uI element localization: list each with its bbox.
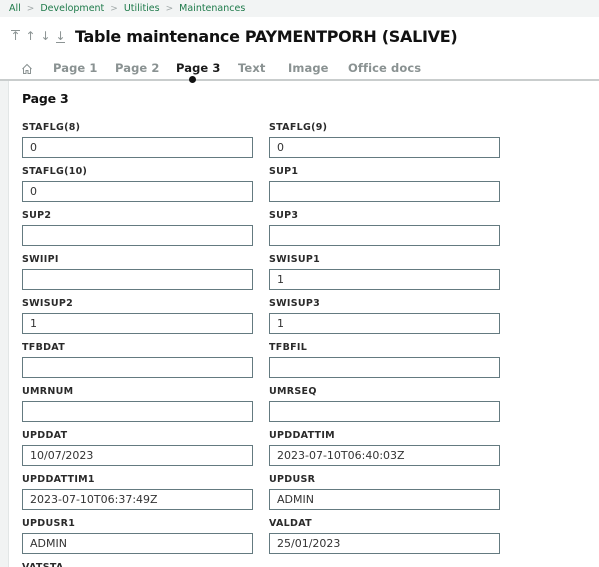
active-tab-indicator bbox=[189, 76, 196, 83]
tab-bar: Page 1 Page 2 Page 3 Text Image Office d… bbox=[0, 58, 599, 78]
field-label-updusr1: UPDUSR1 bbox=[22, 518, 76, 529]
upddattim1-field[interactable] bbox=[22, 489, 253, 510]
tab-page-2[interactable]: Page 2 bbox=[115, 61, 160, 75]
field-label-tfbfil: TFBFIL bbox=[269, 342, 308, 353]
chevron-right-icon: > bbox=[26, 3, 35, 14]
swisup2-field[interactable] bbox=[22, 313, 253, 334]
swiipi-field[interactable] bbox=[22, 269, 253, 290]
tab-page-1[interactable]: Page 1 bbox=[53, 61, 98, 75]
page-title: Table maintenance PAYMENTPORH (SALIVE) bbox=[75, 26, 458, 46]
tfbfil-field[interactable] bbox=[269, 357, 500, 378]
sup1-field[interactable] bbox=[269, 181, 500, 202]
umrnum-field[interactable] bbox=[22, 401, 253, 422]
breadcrumb-utilities[interactable]: Utilities bbox=[124, 3, 160, 14]
arrow-up-icon[interactable]: ↑ bbox=[25, 28, 36, 44]
breadcrumb-all[interactable]: All bbox=[9, 3, 21, 14]
field-label-sup1: SUP1 bbox=[269, 166, 299, 177]
field-label-swisup1: SWISUP1 bbox=[269, 254, 321, 265]
field-label-upddattim1: UPDDATTIM1 bbox=[22, 474, 95, 485]
field-label-umrseq: UMRSEQ bbox=[269, 386, 317, 397]
upddat-field[interactable] bbox=[22, 445, 253, 466]
chevron-right-icon: > bbox=[165, 3, 174, 14]
staflg10-field[interactable] bbox=[22, 181, 253, 202]
tab-office-docs[interactable]: Office docs bbox=[348, 61, 421, 75]
field-label-staflg10: STAFLG(10) bbox=[22, 166, 88, 177]
field-label-swiipi: SWIIPI bbox=[22, 254, 59, 265]
valdat-field[interactable] bbox=[269, 533, 500, 554]
tfbdat-field[interactable] bbox=[22, 357, 253, 378]
record-navigation: ↑ ↑ ↓ ↓ bbox=[10, 28, 66, 44]
field-label-tfbdat: TFBDAT bbox=[22, 342, 65, 353]
home-icon[interactable] bbox=[21, 60, 33, 74]
sup2-field[interactable] bbox=[22, 225, 253, 246]
swisup1-field[interactable] bbox=[269, 269, 500, 290]
arrow-down-icon[interactable]: ↓ bbox=[40, 28, 51, 44]
field-label-updusr: UPDUSR bbox=[269, 474, 316, 485]
arrow-to-top-icon[interactable]: ↑ bbox=[10, 28, 21, 44]
sup3-field[interactable] bbox=[269, 225, 500, 246]
field-label-swisup3: SWISUP3 bbox=[269, 298, 321, 309]
title-row: ↑ ↑ ↓ ↓ Table maintenance PAYMENTPORH (S… bbox=[0, 22, 457, 50]
field-label-valdat: VALDAT bbox=[269, 518, 312, 529]
breadcrumb: All > Development > Utilities > Maintena… bbox=[0, 0, 599, 17]
field-label-upddat: UPDDAT bbox=[22, 430, 68, 441]
chevron-right-icon: > bbox=[110, 3, 118, 14]
arrow-to-bottom-icon[interactable]: ↓ bbox=[55, 28, 66, 44]
section-title: Page 3 bbox=[22, 91, 69, 106]
breadcrumb-maintenances[interactable]: Maintenances bbox=[179, 3, 245, 14]
field-label-staflg8: STAFLG(8) bbox=[22, 122, 81, 133]
tab-text[interactable]: Text bbox=[238, 61, 265, 75]
updusr1-field[interactable] bbox=[22, 533, 253, 554]
left-gutter bbox=[0, 81, 9, 567]
upddattim-field[interactable] bbox=[269, 445, 500, 466]
field-label-upddattim: UPDDATTIM bbox=[269, 430, 335, 441]
field-label-staflg9: STAFLG(9) bbox=[269, 122, 328, 133]
tabs-divider bbox=[0, 79, 599, 81]
tab-page-3[interactable]: Page 3 bbox=[176, 61, 221, 75]
updusr-field[interactable] bbox=[269, 489, 500, 510]
staflg9-field[interactable] bbox=[269, 137, 500, 158]
field-label-umrnum: UMRNUM bbox=[22, 386, 74, 397]
field-label-sup2: SUP2 bbox=[22, 210, 52, 221]
field-label-vatsta: VATSTA bbox=[22, 562, 64, 567]
tab-image[interactable]: Image bbox=[288, 61, 329, 75]
swisup3-field[interactable] bbox=[269, 313, 500, 334]
field-label-sup3: SUP3 bbox=[269, 210, 299, 221]
umrseq-field[interactable] bbox=[269, 401, 500, 422]
field-label-swisup2: SWISUP2 bbox=[22, 298, 74, 309]
breadcrumb-development[interactable]: Development bbox=[40, 3, 104, 14]
staflg8-field[interactable] bbox=[22, 137, 253, 158]
